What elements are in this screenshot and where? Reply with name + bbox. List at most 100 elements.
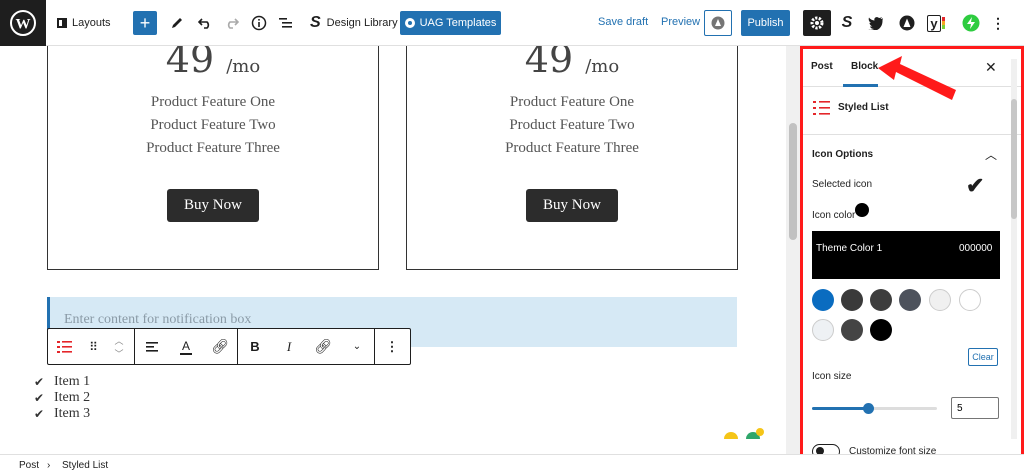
buy-now-button[interactable]: Buy Now: [167, 189, 259, 222]
save-draft-link[interactable]: Save draft: [598, 16, 648, 28]
feature-line: Product Feature Three: [505, 140, 639, 156]
breadcrumb-styled-list[interactable]: Styled List: [62, 460, 108, 471]
floating-helper-icon[interactable]: [723, 426, 767, 446]
close-icon[interactable]: ✕: [985, 59, 997, 76]
layouts-button[interactable]: Layouts: [57, 0, 111, 46]
add-block-button[interactable]: +: [133, 11, 157, 35]
icon-size-slider[interactable]: [812, 403, 937, 414]
inline-link-icon[interactable]: 🔗︎: [306, 329, 340, 364]
breadcrumb-post[interactable]: Post: [19, 460, 39, 471]
uag-templates-label: UAG Templates: [419, 17, 497, 29]
color-swatch[interactable]: [870, 319, 892, 341]
icon-size-label: Icon size: [812, 371, 852, 382]
pricing-card[interactable]: 49 /mo Product Feature One Product Featu…: [47, 46, 379, 270]
sidebar-scroll-thumb[interactable]: [1011, 99, 1017, 219]
styled-list-icon: [813, 101, 830, 115]
settings-button[interactable]: [803, 10, 831, 36]
notification-placeholder[interactable]: Enter content for notification box: [64, 312, 251, 328]
canvas-scroll-thumb[interactable]: [789, 123, 797, 240]
edit-pencil-icon[interactable]: [165, 11, 189, 35]
svg-text:W: W: [16, 17, 31, 33]
slider-thumb[interactable]: [863, 403, 875, 414]
icon-color-label: Icon color: [812, 210, 856, 221]
color-swatch[interactable]: [812, 319, 834, 341]
buy-now-button[interactable]: Buy Now: [526, 189, 618, 222]
color-swatch[interactable]: [841, 289, 863, 311]
publish-button[interactable]: Publish: [741, 10, 790, 36]
feature-line: Product Feature Two: [150, 117, 276, 133]
theme-color-hex: 000000: [959, 243, 993, 254]
astra-settings-button[interactable]: [704, 10, 732, 36]
align-left-icon[interactable]: [135, 329, 169, 364]
panel-title[interactable]: Icon Options: [812, 149, 873, 160]
redo-icon[interactable]: [220, 11, 244, 35]
list-view-icon[interactable]: [274, 11, 298, 35]
list-item[interactable]: ✔ Item 1: [34, 374, 90, 390]
undo-icon[interactable]: [193, 11, 217, 35]
bold-icon[interactable]: B: [238, 329, 272, 364]
selected-icon-label: Selected icon: [812, 179, 873, 190]
color-swatch[interactable]: [899, 289, 921, 311]
color-swatch[interactable]: [812, 289, 834, 311]
price-period: /mo: [226, 56, 261, 77]
color-picker-preview[interactable]: Theme Color 1 000000: [812, 231, 1000, 279]
color-swatch[interactable]: [929, 289, 951, 311]
styled-list-block-icon[interactable]: [48, 329, 82, 364]
clear-button[interactable]: Clear: [968, 348, 998, 366]
breadcrumb-bar: Post › Styled List: [0, 454, 1024, 474]
wordpress-icon: W: [10, 10, 36, 36]
styled-list[interactable]: ✔ Item 1 ✔ Item 2 ✔ Item 3: [34, 374, 90, 422]
text-color-icon[interactable]: A: [169, 329, 203, 364]
spectra-plugin-icon[interactable]: S: [837, 13, 857, 33]
layouts-label: Layouts: [72, 17, 111, 29]
editor-top-toolbar: W Layouts + S Design Library UAG Templat…: [0, 0, 1024, 46]
twitter-plugin-icon[interactable]: [866, 13, 886, 33]
check-icon: ✔: [34, 374, 45, 389]
list-item[interactable]: ✔ Item 2: [34, 390, 90, 406]
theme-color-name: Theme Color 1: [816, 243, 883, 254]
feature-line: Product Feature One: [509, 94, 635, 110]
design-library-button[interactable]: S Design Library: [310, 0, 398, 46]
canvas-scrollbar[interactable]: [786, 46, 800, 454]
preview-link[interactable]: Preview: [661, 16, 700, 28]
color-swatch[interactable]: [841, 319, 863, 341]
annotation-arrow: [878, 56, 956, 100]
block-toolbar: ⠿ ︿ ﹀ A 🔗︎ B I 🔗︎ ⌄ ⋮: [47, 328, 411, 365]
breadcrumb-separator: ›: [47, 460, 51, 471]
info-icon[interactable]: [247, 11, 271, 35]
selected-check-icon[interactable]: ✔: [966, 173, 984, 199]
astra-plugin-icon[interactable]: [897, 13, 917, 33]
chevron-down-icon[interactable]: ⌄: [340, 329, 374, 364]
move-up-down-icon[interactable]: ︿ ﹀: [104, 329, 134, 364]
icon-color-indicator: [855, 203, 869, 217]
gear-icon: [810, 16, 824, 30]
design-library-label: Design Library: [326, 17, 398, 29]
icon-size-input[interactable]: [951, 397, 999, 419]
color-swatch[interactable]: [959, 289, 981, 311]
pricing-card[interactable]: 49 /mo Product Feature One Product Featu…: [406, 46, 738, 270]
color-swatch[interactable]: [870, 289, 892, 311]
more-options-icon[interactable]: ⋮: [988, 13, 1008, 33]
uag-templates-button[interactable]: UAG Templates: [400, 11, 501, 35]
italic-icon[interactable]: I: [272, 329, 306, 364]
check-icon: ✔: [34, 390, 45, 405]
price-value: 49 /mo: [165, 46, 261, 81]
astra-icon: [711, 16, 725, 30]
block-options-icon[interactable]: ⋮: [375, 329, 409, 364]
layouts-icon: [57, 18, 67, 28]
price-period: /mo: [585, 56, 620, 77]
link-icon[interactable]: 🔗︎: [203, 329, 237, 364]
price-value: 49 /mo: [524, 46, 620, 81]
list-item[interactable]: ✔ Item 3: [34, 406, 90, 422]
performance-plugin-icon[interactable]: [961, 13, 981, 33]
feature-line: Product Feature Two: [509, 117, 635, 133]
drag-handle-icon[interactable]: ⠿: [82, 329, 104, 364]
chevron-up-icon[interactable]: ︿: [985, 146, 997, 163]
slider-fill: [812, 407, 869, 410]
design-library-icon: S: [310, 14, 321, 31]
feature-line: Product Feature Three: [146, 140, 280, 156]
editor-canvas: 49 /mo Product Feature One Product Featu…: [0, 46, 786, 454]
yoast-plugin-icon[interactable]: y: [926, 13, 946, 33]
wordpress-logo-button[interactable]: W: [0, 0, 46, 46]
sidebar-scrollbar[interactable]: [1011, 59, 1017, 439]
